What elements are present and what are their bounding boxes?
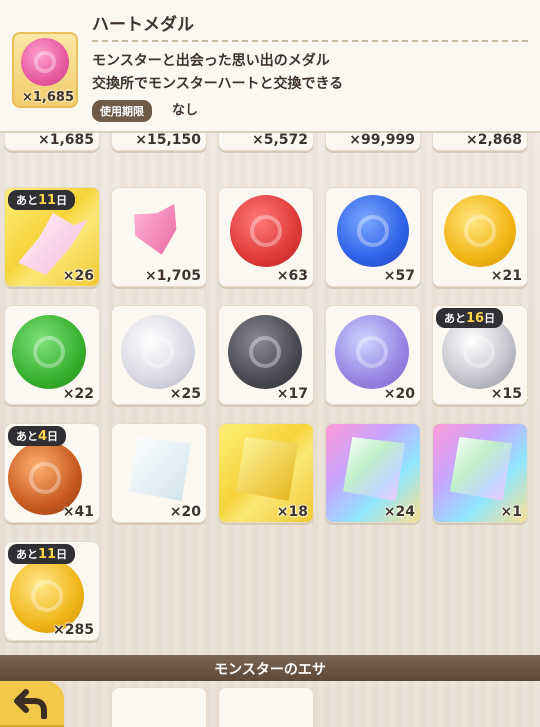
item-tile-rainbow-scroll[interactable]: ×24 <box>325 423 421 523</box>
section-title: モンスターのエサ <box>214 662 326 678</box>
heart-piece-icon <box>130 204 186 260</box>
item-tile-black-medal[interactable]: ×17 <box>218 305 314 405</box>
time-limit-badge: あと11日 <box>8 544 76 564</box>
item-tile-white-scroll[interactable]: ×20 <box>111 423 207 523</box>
selected-item-thumbnail: ×1,685 <box>12 32 78 108</box>
expiry-badge: 使用期限 <box>92 100 152 122</box>
item-tile[interactable]: ×2,868 <box>432 133 528 151</box>
black-medal-icon <box>228 315 302 389</box>
thumb-count: ×1,685 <box>21 90 74 105</box>
item-tile-heart-piece[interactable]: ×1,705 <box>111 187 207 287</box>
item-count: ×18 <box>276 504 308 520</box>
item-tile-blue-medal[interactable]: ×57 <box>325 187 421 287</box>
item-count: ×15 <box>490 386 522 402</box>
expiry-value: なし <box>172 103 199 118</box>
item-tile-silver-medal[interactable]: ×25 <box>111 305 207 405</box>
item-count: ×20 <box>169 504 201 520</box>
item-count: ×57 <box>383 268 415 284</box>
next-section-row <box>0 681 540 727</box>
item-tile[interactable]: ×99,999 <box>325 133 421 151</box>
item-tile-bronze-medal[interactable]: あと4日 ×41 <box>4 423 100 523</box>
item-tile-gold-medal[interactable]: あと11日 ×285 <box>4 541 100 641</box>
time-limit-badge: あと16日 <box>436 308 504 328</box>
silver-medal-icon <box>121 315 195 389</box>
item-grid[interactable]: ×1,685 ×15,150 ×5,572 ×99,999 ×2,868 あと1… <box>0 133 540 653</box>
time-limit-badge: あと11日 <box>8 190 76 210</box>
blue-medal-icon <box>337 195 409 267</box>
item-count: ×26 <box>62 268 94 284</box>
item-tile-red-medal[interactable]: ×63 <box>218 187 314 287</box>
rainbow-scroll-icon <box>450 437 512 501</box>
green-medal-icon <box>12 315 86 389</box>
item-tile-pink-tail[interactable]: あと11日 ×26 <box>4 187 100 287</box>
item-count: ×25 <box>169 386 201 402</box>
item-tile[interactable]: ×1,685 <box>4 133 100 151</box>
item-tile[interactable]: ×5,572 <box>218 133 314 151</box>
yellow-medal-icon <box>444 195 516 267</box>
item-count: ×63 <box>276 268 308 284</box>
item-count: ×1,705 <box>144 268 201 284</box>
rainbow-scroll-icon <box>343 437 405 501</box>
item-tile[interactable]: ×15,150 <box>111 133 207 151</box>
item-count: ×21 <box>490 268 522 284</box>
item-count: ×41 <box>62 504 94 520</box>
item-count: ×24 <box>383 504 415 520</box>
item-tile-silver-eye-medal[interactable]: あと16日 ×15 <box>432 305 528 405</box>
pink-heart-medal-icon <box>21 38 69 86</box>
item-count: ×22 <box>62 386 94 402</box>
section-header: モンスターのエサ <box>0 655 540 681</box>
item-title: ハートメダル <box>92 15 194 35</box>
red-medal-icon <box>230 195 302 267</box>
item-tile-yellow-medal[interactable]: ×21 <box>432 187 528 287</box>
item-tile-purple-swirl-medal[interactable]: ×20 <box>325 305 421 405</box>
item-tile-green-medal[interactable]: ×22 <box>4 305 100 405</box>
pink-tail-icon <box>18 213 88 275</box>
item-count: ×20 <box>383 386 415 402</box>
item-tile[interactable] <box>218 687 314 727</box>
item-info-panel: ×1,685 ハートメダル モンスターと出会った思い出のメダル 交換所でモンスタ… <box>0 0 540 133</box>
back-arrow-icon <box>14 689 47 719</box>
item-description-line-2: 交換所でモンスターハートと交換できる <box>92 76 344 92</box>
item-description-line-1: モンスターと出会った思い出のメダル <box>92 53 330 69</box>
purple-swirl-medal-icon <box>335 315 409 389</box>
item-count: ×1 <box>500 504 522 520</box>
item-tile-rainbow-scroll-sparkle[interactable]: ×1 <box>432 423 528 523</box>
item-count: ×285 <box>53 622 94 638</box>
gold-scroll-icon <box>236 437 298 501</box>
item-tile-gold-scroll[interactable]: ×18 <box>218 423 314 523</box>
back-button[interactable] <box>0 681 64 727</box>
divider <box>92 40 528 42</box>
time-limit-badge: あと4日 <box>8 426 67 446</box>
item-count: ×17 <box>276 386 308 402</box>
white-scroll-icon <box>129 437 191 501</box>
item-tile[interactable] <box>111 687 207 727</box>
